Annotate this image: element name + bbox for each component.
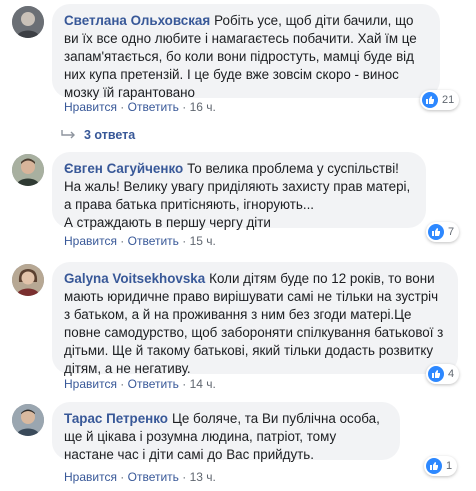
like-icon	[422, 92, 438, 108]
reply-arrow-icon	[61, 130, 75, 139]
comment-time[interactable]: 14 ч.	[190, 377, 216, 391]
comment-author[interactable]: Тарас Петренко	[64, 411, 168, 426]
like-button[interactable]: Нравится	[64, 100, 117, 114]
comment-author[interactable]: Galyna Voitsekhovska	[64, 271, 205, 286]
reaction-count[interactable]: 1	[424, 456, 458, 476]
comment-actions: Нравится · Ответить · 15 ч.	[64, 234, 216, 248]
like-button[interactable]: Нравится	[64, 234, 117, 248]
comment-time[interactable]: 15 ч.	[190, 234, 216, 248]
comment-actions: Нравится · Ответить · 14 ч.	[64, 377, 216, 391]
reaction-count[interactable]: 7	[426, 222, 460, 242]
reply-button[interactable]: Ответить	[128, 234, 179, 248]
avatar[interactable]	[12, 6, 44, 38]
avatar[interactable]	[12, 404, 44, 436]
avatar[interactable]	[12, 154, 44, 186]
reaction-count-label: 21	[442, 94, 455, 106]
reaction-count[interactable]: 4	[426, 364, 460, 384]
reaction-count-label: 4	[448, 368, 455, 380]
comment-time[interactable]: 13 ч.	[190, 470, 216, 484]
reaction-count-label: 1	[446, 460, 453, 472]
like-button[interactable]: Нравится	[64, 470, 117, 484]
reaction-count-label: 7	[448, 226, 455, 238]
comment-bubble: Тарас Петренко Це боляче, та Ви публічна …	[52, 402, 400, 462]
comment-time[interactable]: 16 ч.	[190, 100, 216, 114]
comment-bubble: Galyna Voitsekhovska Коли дітям буде по 1…	[52, 262, 458, 376]
like-icon	[426, 458, 442, 474]
comment-bubble: Євген Сагуйченко То велика проблема у сус…	[52, 152, 426, 230]
comment-bubble: Светлана Ольховская Робіть усе, щоб діти …	[52, 4, 440, 100]
comment-actions: Нравится · Ответить · 13 ч.	[64, 470, 216, 484]
like-icon	[428, 366, 444, 382]
view-replies-link[interactable]: 3 ответа	[60, 128, 135, 142]
reply-button[interactable]: Ответить	[128, 100, 179, 114]
reaction-count[interactable]: 21	[420, 90, 460, 110]
comment-author[interactable]: Светлана Ольховская	[64, 13, 210, 28]
comment-author[interactable]: Євген Сагуйченко	[64, 161, 183, 176]
avatar[interactable]	[12, 264, 44, 296]
comment-text: Коли дітям буде по 12 років, то вони маю…	[64, 271, 444, 376]
like-icon	[428, 224, 444, 240]
like-button[interactable]: Нравится	[64, 377, 117, 391]
reply-button[interactable]: Ответить	[128, 377, 179, 391]
comment-actions: Нравится · Ответить · 16 ч.	[64, 100, 216, 114]
replies-count: 3 ответа	[84, 128, 136, 142]
reply-button[interactable]: Ответить	[128, 470, 179, 484]
